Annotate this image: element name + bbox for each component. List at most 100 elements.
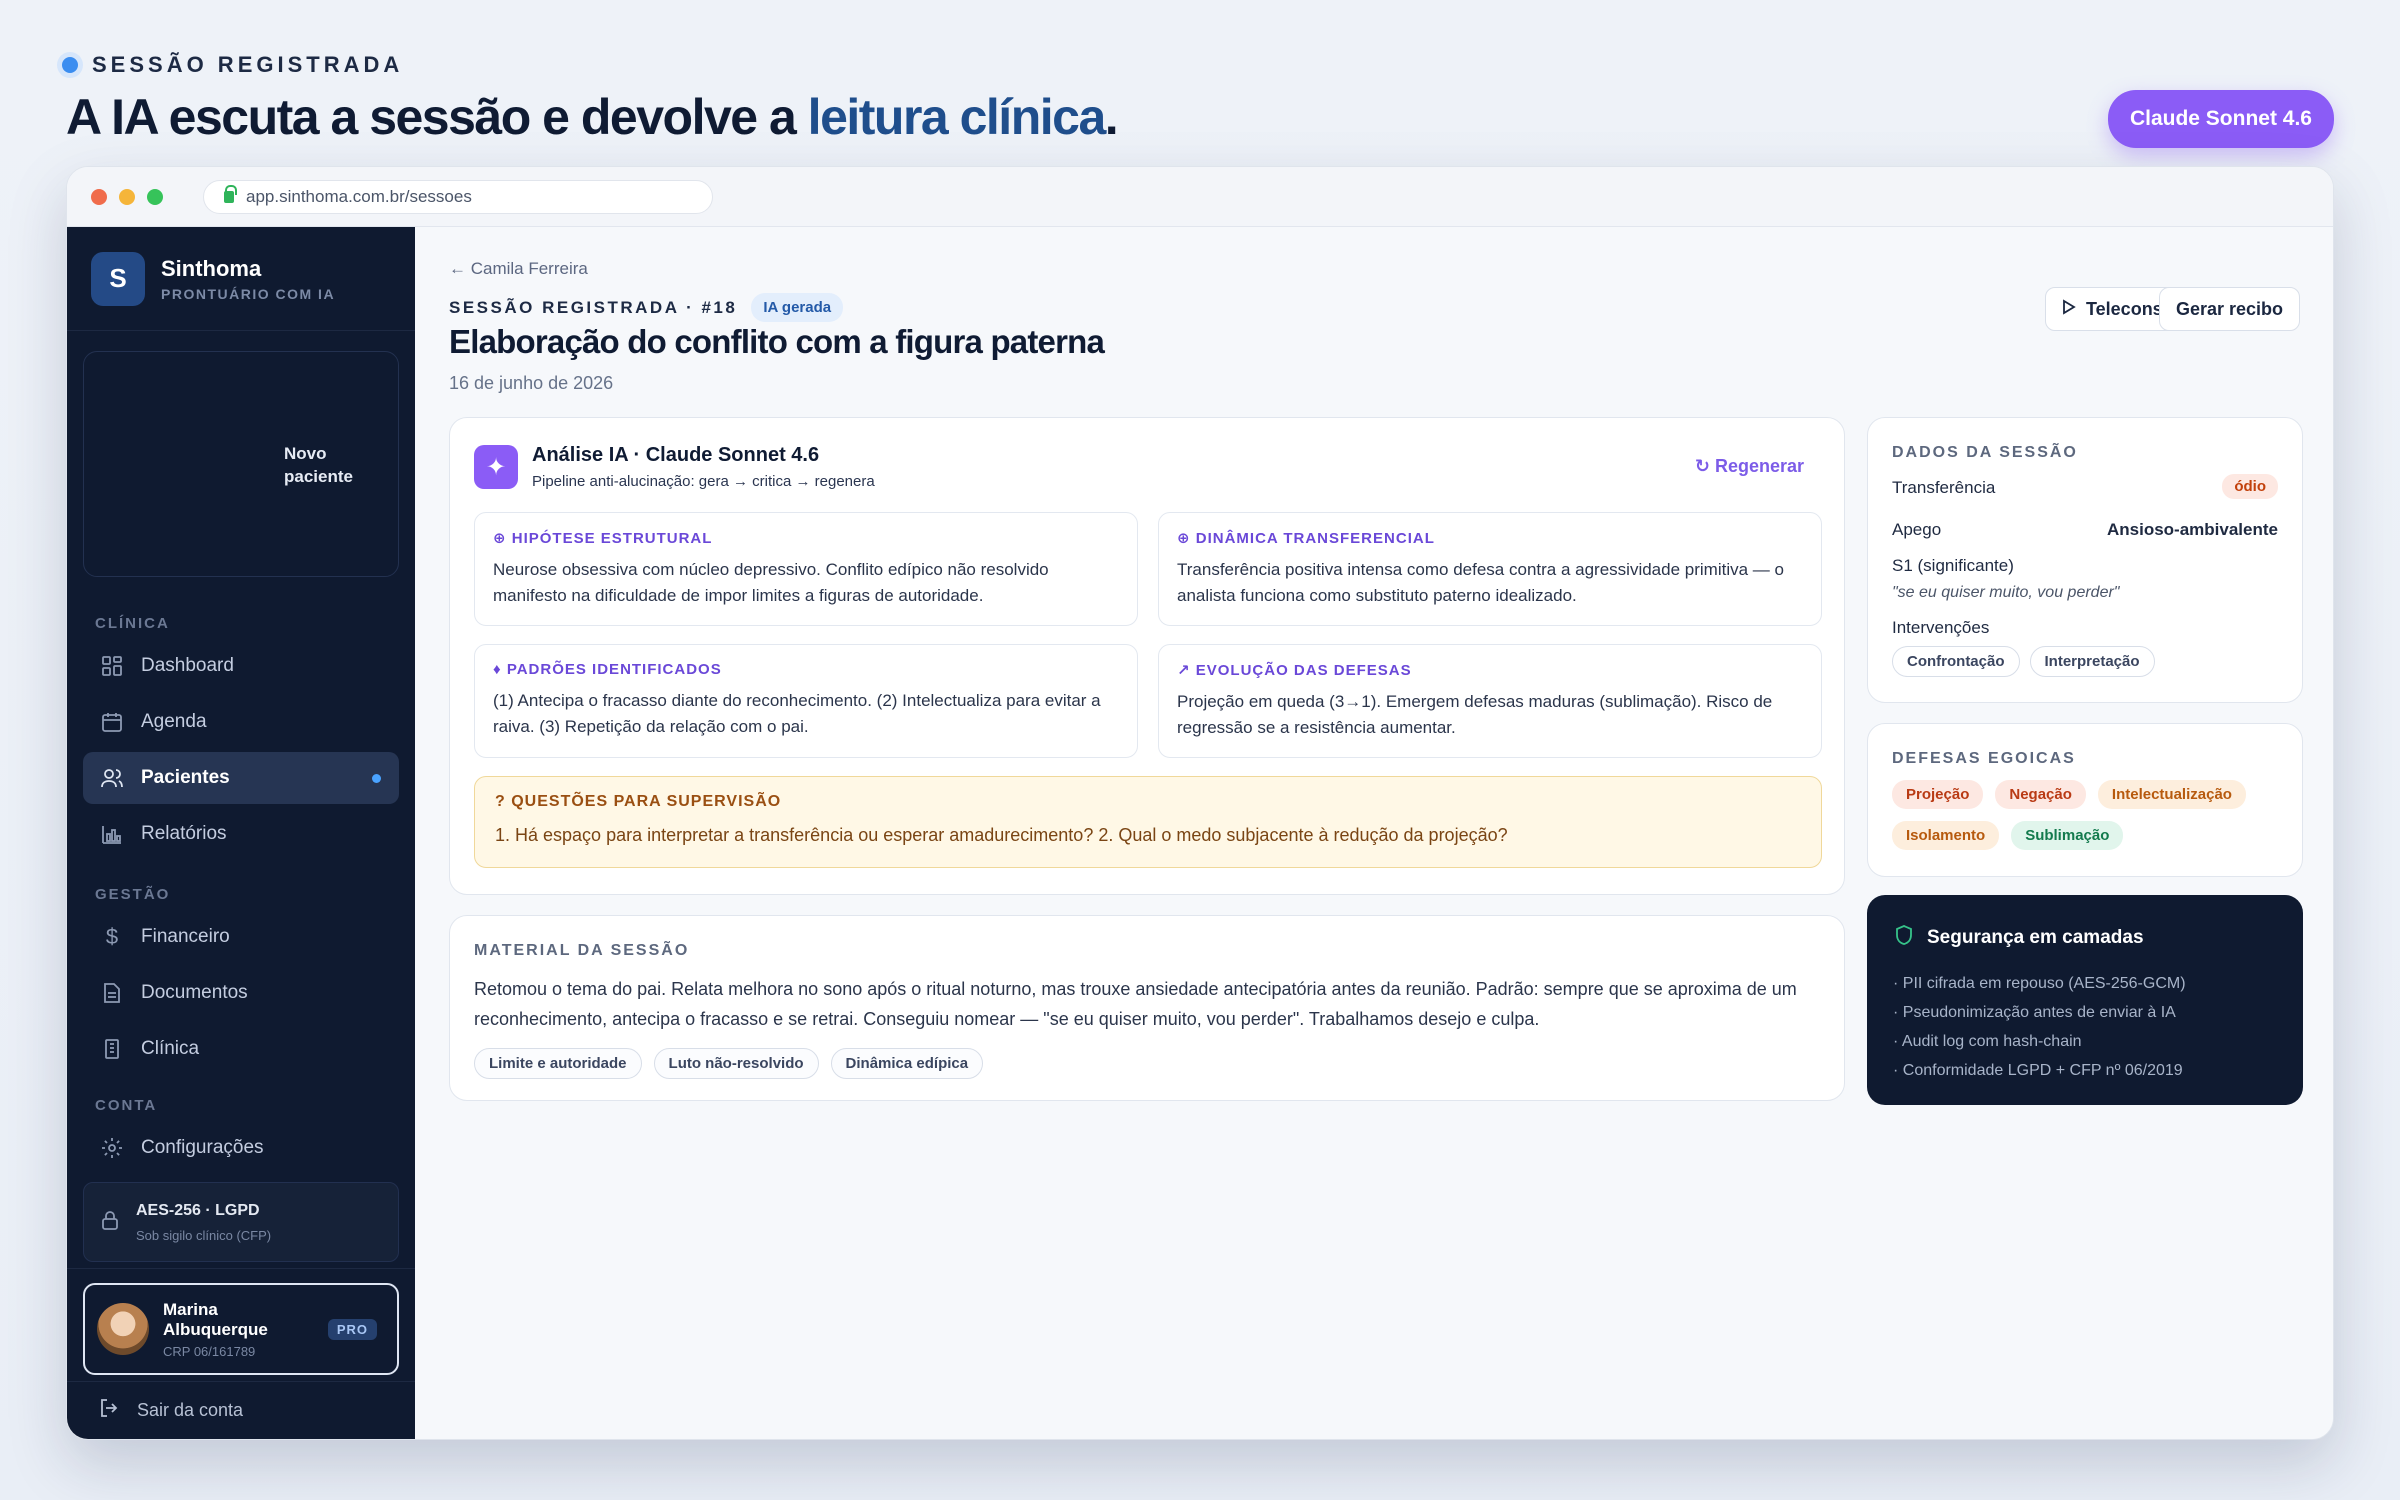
material-tag[interactable]: Dinâmica edípica: [830, 1048, 984, 1079]
sidebar-item-documentos[interactable]: Documentos: [83, 967, 399, 1019]
seguranca-item: · Conformidade LGPD + CFP nº 06/2019: [1893, 1062, 2183, 1079]
avatar: [97, 1303, 149, 1355]
sidebar-item-label: Pacientes: [141, 767, 230, 788]
status-dot-icon: [62, 57, 78, 73]
sidebar-item-financeiro[interactable]: $ Financeiro: [83, 911, 399, 963]
defesa-tag[interactable]: Negação: [1995, 780, 2086, 809]
users-icon: [101, 767, 123, 789]
padroes-text: (1) Antecipa o fracasso diante do reconh…: [493, 691, 1101, 736]
supervisao-text: 1. Há espaço para interpretar a transfer…: [495, 825, 1508, 845]
defesa-tag[interactable]: Intelectualização: [2097, 780, 2246, 809]
sidebar-item-pacientes[interactable]: Pacientes: [83, 752, 399, 804]
defesas-tags: Projeção Negação Intelectualização Isola…: [1892, 780, 2292, 850]
intervencao-tag[interactable]: Interpretação: [2029, 646, 2155, 677]
material-card: MATERIAL DA SESSÃO Retomou o tema do pai…: [449, 915, 1845, 1101]
logout-label: Sair da conta: [137, 1400, 244, 1420]
sidebar-item-label: Configurações: [141, 1137, 264, 1158]
seguranca-item: · PII cifrada em repouso (AES-256-GCM): [1893, 975, 2186, 992]
lock-icon: [100, 1209, 120, 1236]
brand-name: Sinthoma: [161, 255, 262, 281]
material-text: Retomou o tema do pai. Relata melhora no…: [474, 979, 1797, 1029]
user-name: Marina Albuquerque: [163, 1299, 268, 1339]
new-patient-button[interactable]: Novo paciente: [83, 351, 399, 577]
hipotese-title-text: HIPÓTESE ESTRUTURAL: [511, 530, 713, 547]
back-link[interactable]: ← Camila Ferreira: [449, 259, 588, 279]
regenerate-button[interactable]: ↻ Regenerar: [1695, 456, 1804, 477]
main-content: ← Camila Ferreira SESSÃO REGISTRADA · #1…: [415, 227, 2333, 1439]
seguranca-title: Segurança em camadas: [1927, 927, 2144, 948]
dashboard-icon: [101, 655, 123, 677]
plan-badge: PRO: [327, 1319, 377, 1340]
session-header: SESSÃO REGISTRADA · #18 IA gerada: [449, 293, 844, 322]
address-bar-url: app.sinthoma.com.br/sessoes: [246, 186, 472, 206]
sidebar-item-relatorios[interactable]: Relatórios: [83, 808, 399, 860]
user-crp: CRP 06/161789: [163, 1343, 256, 1359]
transferencia-value: ódio: [2222, 474, 2278, 499]
hero-title-accent: leitura clínica: [807, 89, 1107, 145]
sidebar-item-dashboard[interactable]: Dashboard: [83, 640, 399, 692]
model-pill[interactable]: Claude Sonnet 4.6: [2107, 90, 2334, 148]
bar-chart-icon: [101, 823, 123, 845]
trend-arrow-icon: ↗: [1177, 662, 1196, 679]
security-title: AES-256 · LGPD: [136, 1201, 260, 1219]
supervisao-title: ? QUESTÕES PARA SUPERVISÃO: [495, 793, 782, 810]
s1-value: "se eu quiser muito, vou perder": [1892, 584, 2120, 601]
minimize-window-icon[interactable]: [119, 188, 135, 205]
material-tag[interactable]: Luto não-resolvido: [653, 1048, 819, 1079]
nav-section-gestao: GESTÃO: [95, 886, 171, 903]
session-date: 16 de junho de 2026: [449, 373, 614, 393]
document-icon: [101, 982, 123, 1004]
gear-icon: [101, 1137, 123, 1159]
hero-title: A IA escuta a sessão e devolve a leitura…: [66, 88, 1119, 146]
gerar-recibo-label: Gerar recibo: [2176, 298, 2284, 319]
gerar-recibo-button[interactable]: Gerar recibo: [2159, 287, 2301, 331]
user-profile-card[interactable]: Marina Albuquerque CRP 06/161789 PRO: [83, 1283, 399, 1375]
sparkle-icon: ✦: [474, 445, 518, 489]
hero-eyebrow: SESSÃO REGISTRADA: [62, 52, 403, 78]
evolucao-title-text: EVOLUÇÃO DAS DEFESAS: [1195, 662, 1412, 679]
brand[interactable]: S Sinthoma PRONTUÁRIO COM IA: [67, 227, 415, 331]
sidebar-item-agenda[interactable]: Agenda: [83, 696, 399, 748]
ai-analysis-header: ✦ Análise IA · Claude Sonnet 4.6 Pipelin…: [474, 444, 875, 490]
padroes-title-text: PADRÕES IDENTIFICADOS: [506, 661, 722, 678]
dinamica-title-text: DINÂMICA TRANSFERENCIAL: [1195, 530, 1435, 547]
globe-icon: ⊕: [1177, 530, 1196, 547]
maximize-window-icon[interactable]: [147, 188, 163, 205]
close-window-icon[interactable]: [91, 188, 107, 205]
logout-icon: [99, 1398, 119, 1423]
shield-icon: [1895, 925, 1913, 951]
regenerate-label: Regenerar: [1714, 456, 1804, 476]
defesa-tag[interactable]: Isolamento: [1892, 821, 2000, 850]
sidebar-item-label: Documentos: [141, 982, 248, 1003]
intervencoes-tags: Confrontação Interpretação: [1892, 646, 2155, 677]
supervisao-box: ? QUESTÕES PARA SUPERVISÃO 1. Há espaço …: [474, 776, 1822, 868]
address-bar[interactable]: app.sinthoma.com.br/sessoes: [203, 179, 713, 214]
material-tags: Limite e autoridade Luto não-resolvido D…: [474, 1048, 984, 1079]
transferencia-key: Transferência: [1892, 478, 1996, 497]
dinamica-title: ⊕ DINÂMICA TRANSFERENCIAL: [1177, 529, 1803, 547]
logout-button[interactable]: Sair da conta: [67, 1381, 415, 1439]
defesa-tag[interactable]: Projeção: [1892, 780, 1984, 809]
intervencao-tag[interactable]: Confrontação: [1892, 646, 2020, 677]
security-subtitle: Sob sigilo clínico (CFP): [136, 1227, 272, 1243]
hero-title-suffix: .: [1104, 89, 1119, 145]
ia-generated-badge: IA gerada: [751, 293, 844, 322]
sidebar-item-clinica[interactable]: Clínica: [83, 1023, 399, 1075]
nav-section-conta: CONTA: [95, 1097, 158, 1114]
hero-eyebrow-text: SESSÃO REGISTRADA: [92, 52, 404, 77]
apego-value: Ansioso-ambivalente: [2107, 520, 2278, 539]
sidebar-divider: [67, 1268, 415, 1269]
sidebar-item-configuracoes[interactable]: Configurações: [83, 1122, 399, 1174]
refresh-icon: ↻: [1694, 456, 1710, 476]
browser-window: app.sinthoma.com.br/sessoes S Sinthoma P…: [66, 166, 2334, 1440]
new-patient-label: Novo paciente: [284, 444, 353, 486]
defesa-tag[interactable]: Sublimação: [2011, 821, 2124, 850]
diamond-icon: ♦: [493, 661, 507, 678]
defesas-egoicas-card: DEFESAS EGOICAS Projeção Negação Intelec…: [1867, 723, 2303, 877]
intervencoes-key: Intervenções: [1892, 618, 1990, 637]
dinamica-transferencial-box: ⊕ DINÂMICA TRANSFERENCIAL Transferência …: [1158, 512, 1822, 626]
nav-section-clinica: CLÍNICA: [95, 615, 170, 632]
seguranca-header: Segurança em camadas: [1895, 925, 2144, 951]
material-tag[interactable]: Limite e autoridade: [474, 1048, 642, 1079]
dollar-icon: $: [105, 924, 119, 949]
